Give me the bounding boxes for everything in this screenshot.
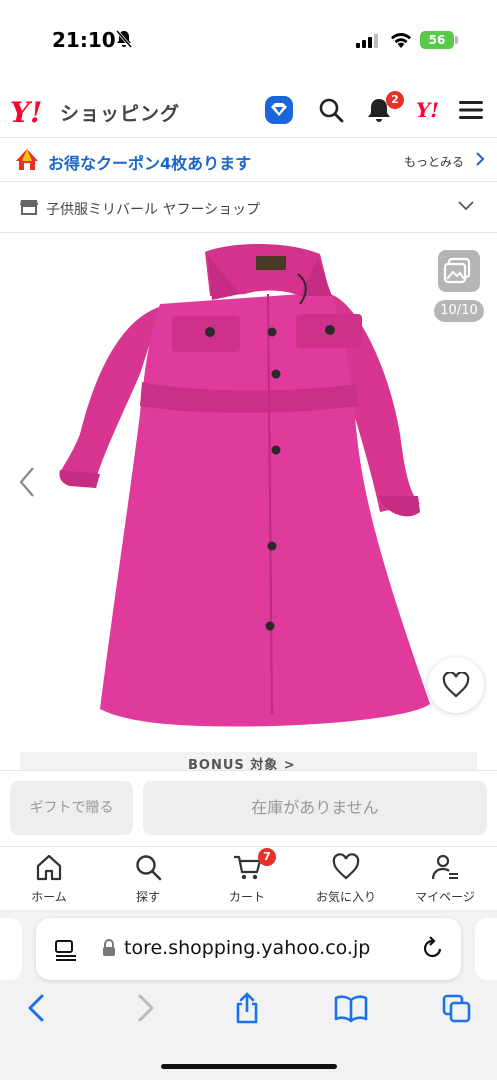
- bonus-text: BONUS 対象 >: [188, 758, 296, 770]
- points-icon[interactable]: [264, 95, 294, 125]
- tab-cart-label: カート: [228, 890, 265, 904]
- product-image-area[interactable]: [0, 234, 497, 770]
- reload-icon[interactable]: [422, 935, 444, 959]
- coupon-text[interactable]: お得なクーポン4枚あります: [48, 150, 251, 174]
- bookmarks-icon[interactable]: [334, 992, 368, 1024]
- tab-search[interactable]: 探す: [108, 852, 188, 908]
- gift-button[interactable]: ギフトで贈る: [10, 781, 133, 835]
- mute-bell-icon: [116, 30, 132, 48]
- user-icon: [431, 854, 458, 880]
- favorite-button[interactable]: [428, 657, 484, 713]
- image-counter: 10/10: [434, 300, 484, 322]
- previous-image-arrow-icon[interactable]: [18, 466, 36, 498]
- cart-count-badge: 7: [258, 848, 276, 866]
- back-icon[interactable]: [22, 992, 52, 1024]
- forward-icon[interactable]: [130, 992, 160, 1024]
- gallery-icon: [443, 257, 471, 284]
- coupon-tent-icon: [16, 149, 38, 170]
- lock-icon: [103, 939, 115, 956]
- heart-icon: [332, 853, 360, 880]
- tabs-icon[interactable]: [442, 992, 472, 1024]
- tab-favorites-label: お気に入り: [315, 890, 376, 904]
- yahoo-top-link[interactable]: Y!: [416, 98, 439, 122]
- home-icon: [36, 854, 62, 881]
- out-of-stock-button[interactable]: 在庫がありません: [143, 781, 487, 835]
- pink-shirt-dress-image: [59, 244, 430, 727]
- menu-icon[interactable]: [456, 95, 486, 125]
- url-text[interactable]: tore.shopping.yahoo.co.jp: [124, 937, 370, 959]
- tab-favorites[interactable]: お気に入り: [306, 852, 386, 908]
- heart-outline-icon: [442, 672, 470, 698]
- notification-badge: 2: [386, 91, 404, 109]
- shopping-logo-text[interactable]: ショッピング: [60, 99, 180, 126]
- chevron-down-icon[interactable]: [458, 201, 474, 211]
- tab-home[interactable]: ホーム: [9, 852, 89, 908]
- tab-search-label: 探す: [135, 890, 160, 904]
- status-time: 21:10: [52, 28, 116, 52]
- battery-level: 56: [420, 31, 454, 49]
- signal-icon: [356, 34, 378, 48]
- chevron-right-icon: [476, 152, 485, 166]
- coupon-more-link[interactable]: もっとみる: [404, 153, 464, 170]
- search-icon[interactable]: [316, 95, 346, 125]
- yahoo-logo[interactable]: Y!: [10, 96, 42, 129]
- tab-home-label: ホーム: [31, 890, 67, 904]
- previous-tab-edge[interactable]: [0, 918, 22, 980]
- next-tab-edge[interactable]: [475, 918, 497, 980]
- tab-mypage[interactable]: マイページ: [405, 852, 485, 908]
- wifi-icon: [391, 32, 411, 48]
- gallery-view-button[interactable]: [438, 250, 480, 292]
- page-menu-icon[interactable]: [54, 937, 78, 961]
- share-icon[interactable]: [232, 992, 262, 1024]
- search-icon: [136, 855, 162, 881]
- store-name[interactable]: 子供服ミリバール ヤフーショップ: [46, 199, 260, 219]
- tab-mypage-label: マイページ: [415, 890, 475, 904]
- store-icon: [20, 200, 38, 215]
- battery-tip: [455, 36, 458, 44]
- bonus-banner[interactable]: BONUS 対象 >: [20, 752, 477, 770]
- home-indicator: [161, 1064, 337, 1069]
